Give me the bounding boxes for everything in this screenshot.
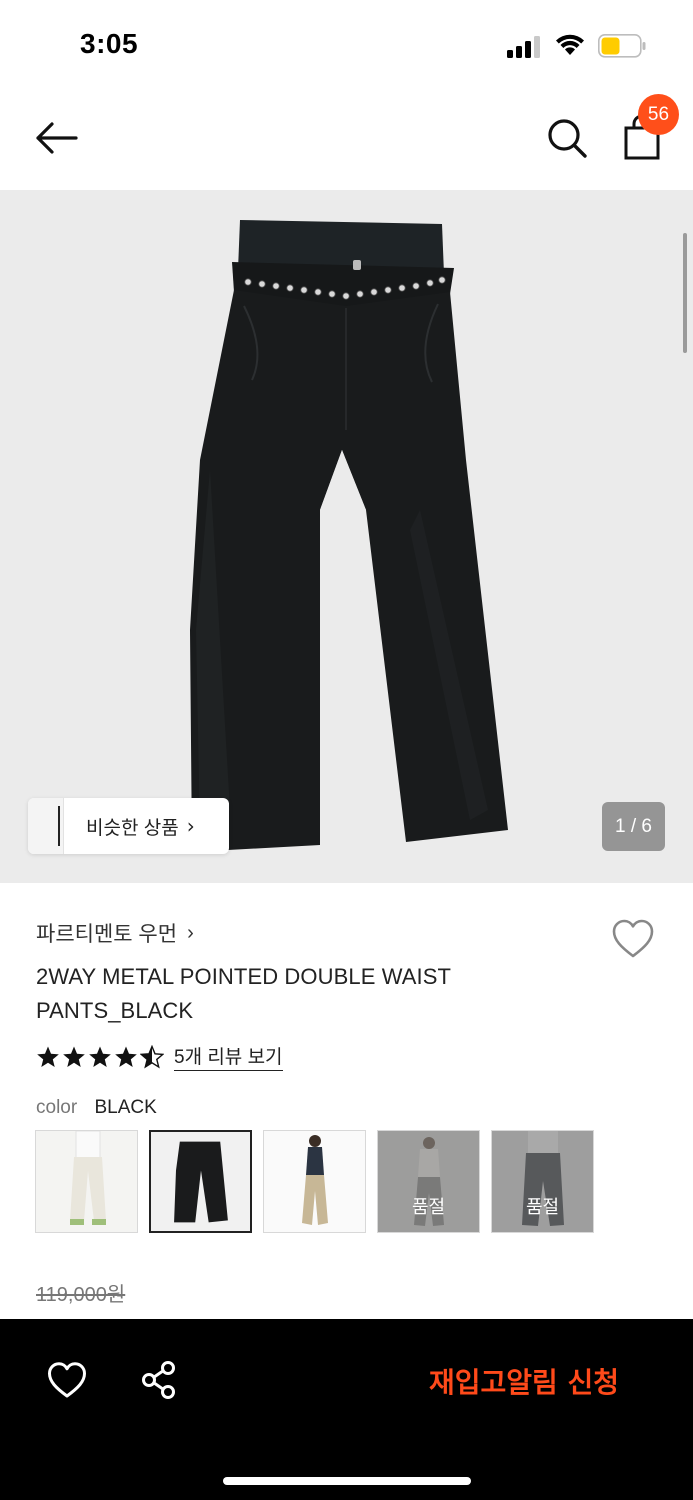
brand-link[interactable]: 파르티멘토 우먼 › [36, 918, 656, 948]
rating-stars [36, 1044, 164, 1069]
rating-row: 5개 리뷰 보기 [36, 1042, 656, 1071]
product-info: 파르티멘토 우먼 › 2WAY METAL POINTED DOUBLE WAI… [36, 918, 656, 1119]
similar-product-thumbnail [28, 798, 64, 854]
color-row: color BLACK [36, 1097, 656, 1119]
chevron-right-icon: › [186, 814, 195, 838]
brand-name: 파르티멘토 우먼 [36, 923, 178, 946]
restock-alert-button[interactable]: 재입고알림 신청 [404, 1361, 644, 1401]
chevron-right-icon: › [187, 921, 194, 944]
swatch-beige[interactable] [263, 1130, 366, 1233]
star-full-icon [115, 1046, 137, 1067]
soldout-label: 품절 [492, 1131, 593, 1232]
image-page-counter: 1 / 6 [602, 802, 665, 851]
status-bar: 3:05 [0, 0, 693, 90]
status-time: 3:05 [80, 28, 139, 59]
color-label: color [36, 1097, 78, 1118]
cart-count-badge: 56 [638, 94, 679, 135]
star-half-icon [140, 1044, 164, 1069]
product-image-black-pants [190, 220, 508, 852]
gallery-scrollbar[interactable] [683, 233, 687, 353]
nav-bar [0, 90, 693, 190]
product-title: 2WAY METAL POINTED DOUBLE WAIST PANTS_BL… [36, 964, 451, 1023]
share-icon[interactable] [139, 1360, 179, 1400]
similar-products-label: 비슷한 상품 [86, 817, 179, 839]
bottom-action-bar: 재입고알림 신청 [0, 1319, 693, 1500]
wishlist-heart-icon[interactable] [611, 918, 655, 960]
color-value: BLACK [94, 1097, 157, 1118]
back-arrow-icon[interactable] [32, 116, 80, 160]
home-indicator[interactable] [223, 1477, 471, 1485]
color-swatches: 품절 품절 [35, 1130, 594, 1233]
star-full-icon [89, 1046, 111, 1067]
soldout-label: 품절 [378, 1131, 479, 1232]
product-gallery[interactable]: 비슷한 상품 › 1 / 6 [0, 190, 693, 883]
swatch-black[interactable] [149, 1130, 252, 1233]
swatch-ivory[interactable] [35, 1130, 138, 1233]
wifi-icon [556, 34, 584, 55]
swatch-light-gray[interactable]: 품절 [377, 1130, 480, 1233]
battery-icon [598, 34, 646, 58]
search-icon[interactable] [545, 116, 589, 160]
star-full-icon [37, 1046, 59, 1067]
swatch-ivory-image [36, 1131, 137, 1232]
cellular-signal-icon [507, 36, 540, 58]
star-full-icon [63, 1046, 85, 1067]
original-price: 119,000원 [36, 1284, 126, 1306]
swatch-charcoal[interactable]: 품절 [491, 1130, 594, 1233]
similar-products-button[interactable]: 비슷한 상품 › [28, 798, 229, 854]
wishlist-heart-icon[interactable] [47, 1361, 87, 1399]
swatch-beige-image [264, 1131, 365, 1232]
swatch-black-image [151, 1132, 250, 1231]
view-reviews-link[interactable]: 5개 리뷰 보기 [174, 1042, 283, 1071]
